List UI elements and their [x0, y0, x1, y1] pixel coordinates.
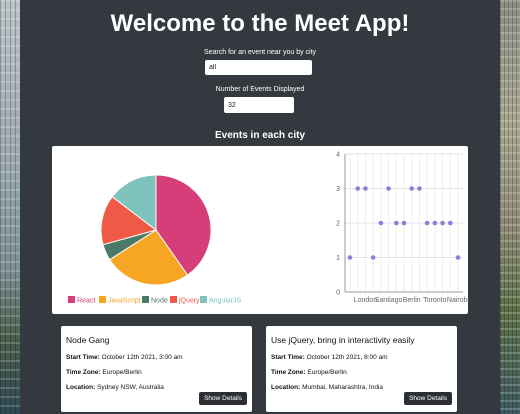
scatter-point: [447, 220, 453, 226]
x-tick-label: Nairobi: [447, 297, 468, 304]
city-scatter-chart: 0 1 2 3 4 LondonSantiago Berlin Toronto Nairobi: [336, 152, 468, 305]
x-tick-label: London: [354, 297, 377, 304]
event-card: Use jQuery, bring in interactivity easil…: [266, 326, 457, 412]
location-value: Mumbai, Maharashtra, India: [302, 384, 383, 391]
show-details-button[interactable]: Show Details: [404, 392, 452, 405]
time-zone-value: Europe/Berlin: [307, 369, 347, 376]
scatter-point: [370, 255, 376, 260]
city-search-input[interactable]: [205, 60, 312, 75]
legend-label-node: Node: [151, 298, 168, 305]
scatter-point: [347, 255, 353, 260]
scatter-point: [440, 220, 445, 226]
charts-card: React JavaScript Node jQuery AngularJS 0 1 2 3 4…: [52, 146, 468, 314]
city-search-label: Search for an event near you by city: [203, 49, 317, 56]
genre-pie-chart: React JavaScript Node jQuery AngularJS: [68, 174, 242, 305]
legend-swatch-javascript: [99, 296, 106, 303]
scatter-point: [393, 220, 399, 226]
event-start-time: Start Time: October 12th 2021, 8:00 am: [271, 354, 452, 361]
start-time-label: Start Time:: [66, 354, 100, 361]
event-card: Node Gang Start Time: October 12th 2021,…: [61, 326, 252, 412]
event-count-label: Number of Events Displayed: [215, 86, 305, 93]
location-value: Sydney NSW, Australia: [97, 384, 164, 391]
start-time-value: October 12th 2021, 8:00 am: [306, 354, 388, 361]
x-tick-label: Toronto: [423, 297, 446, 304]
legend-swatch-angularjs: [200, 296, 207, 303]
scatter-point: [432, 220, 438, 226]
legend-swatch-node: [142, 296, 149, 303]
page-title: Welcome to the Meet App!: [110, 10, 410, 37]
y-tick-label: 3: [336, 186, 340, 193]
start-time-label: Start Time:: [271, 354, 305, 361]
event-location: Location: Sydney NSW, Australia: [66, 384, 247, 391]
legend-label-react: React: [77, 298, 95, 305]
y-tick-label: 0: [336, 290, 340, 297]
legend-swatch-jquery: [170, 296, 177, 303]
scatter-point: [401, 220, 407, 226]
time-zone-label: Time Zone:: [66, 369, 101, 376]
background-city-image-left: [0, 0, 20, 414]
scatter-point: [363, 186, 368, 191]
event-start-time: Start Time: October 12th 2021, 3:00 am: [66, 354, 247, 361]
time-zone-value: Europe/Berlin: [102, 369, 142, 376]
x-tick-label: Santiago: [375, 297, 403, 304]
scatter-point: [417, 186, 422, 191]
y-tick-label: 1: [336, 255, 340, 262]
scatter-point: [424, 220, 430, 226]
legend-swatch-react: [68, 296, 75, 303]
event-time-zone: Time Zone: Europe/Berlin: [271, 369, 452, 376]
location-label: Location:: [271, 384, 301, 391]
legend-label-jquery: jQuery: [178, 298, 200, 305]
start-time-value: October 12th 2021, 3:00 am: [101, 354, 183, 361]
x-tick-label: Berlin: [403, 297, 421, 304]
show-details-button[interactable]: Show Details: [199, 392, 247, 405]
event-name: Node Gang: [66, 335, 110, 345]
event-count-input[interactable]: [224, 97, 294, 113]
scatter-point: [355, 186, 361, 191]
location-label: Location:: [66, 384, 96, 391]
scatter-point: [386, 186, 391, 191]
event-location: Location: Mumbai, Maharashtra, India: [271, 384, 452, 391]
event-time-zone: Time Zone: Europe/Berlin: [66, 369, 247, 376]
scatter-point: [455, 255, 461, 260]
scatter-point: [409, 186, 415, 191]
y-tick-label: 2: [336, 221, 340, 228]
legend-label-angularjs: AngularJS: [209, 298, 242, 305]
legend-label-javascript: JavaScript: [108, 298, 141, 305]
background-city-image-right: [500, 0, 520, 414]
y-tick-label: 4: [336, 152, 340, 159]
event-name: Use jQuery, bring in interactivity easil…: [271, 335, 415, 345]
time-zone-label: Time Zone:: [271, 369, 306, 376]
app-panel: Welcome to the Meet App! Search for an e…: [20, 0, 500, 414]
charts-title: Events in each city: [214, 130, 306, 141]
scatter-point: [378, 220, 384, 226]
